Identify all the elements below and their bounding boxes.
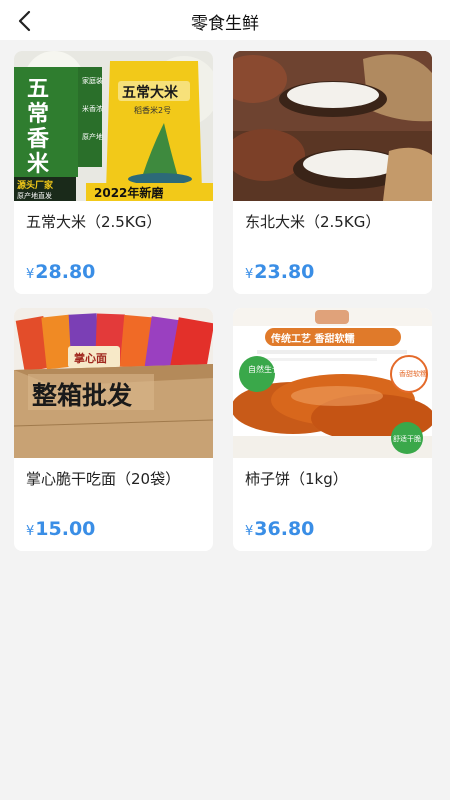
brand-char-3: 香 xyxy=(27,127,49,152)
product-name: 东北大米（2.5KG） xyxy=(245,213,381,231)
product-price: ¥15.00 xyxy=(26,518,95,540)
origin-title: 源头厂家 xyxy=(17,179,54,191)
brand-char-1: 五 xyxy=(27,77,49,102)
brand-char-2: 常 xyxy=(27,101,49,127)
box-label: 整箱批发 xyxy=(32,381,132,410)
brand-char-4: 米 xyxy=(27,152,50,177)
bag-banner: 2022年新磨 xyxy=(94,185,163,200)
product-name: 五常大米（2.5KG） xyxy=(26,213,162,231)
badge-natural: 自然生长 xyxy=(248,364,280,374)
product-image-rice-wuchang: 五 常 香 米 家庭装 米香浓 原产地 五常大米 稻香米2号 源头厂家 原产地直… xyxy=(14,51,213,201)
badge-sweet: 香甜软糯 xyxy=(399,369,427,378)
product-image-persimmon: 传统工艺 香甜软糯 自然生长 香甜软糯 舒适干脆 xyxy=(233,308,432,458)
product-price: ¥36.80 xyxy=(245,518,314,540)
product-name: 掌心脆干吃面（20袋） xyxy=(26,470,181,488)
page-title: 零食生鲜 xyxy=(191,14,259,34)
product-card[interactable]: 掌心面 整箱批发 掌心脆干吃面（20袋） ¥15.00 xyxy=(14,308,213,551)
price-value: 28.80 xyxy=(35,261,96,283)
bag-subtitle: 稻香米2号 xyxy=(134,105,171,115)
product-name: 柿子饼（1kg） xyxy=(245,470,348,488)
currency-symbol: ¥ xyxy=(26,267,35,282)
price-value: 23.80 xyxy=(254,261,315,283)
feature-2: 米香浓 xyxy=(82,104,103,113)
badge-crisp: 舒适干脆 xyxy=(393,434,421,443)
image-title: 传统工艺 香甜软糯 xyxy=(270,332,354,345)
price-value: 36.80 xyxy=(254,518,315,540)
product-image-noodle-snack: 掌心面 整箱批发 xyxy=(14,308,213,458)
pack-label: 掌心面 xyxy=(74,351,107,365)
currency-symbol: ¥ xyxy=(26,524,35,539)
price-value: 15.00 xyxy=(35,518,96,540)
currency-symbol: ¥ xyxy=(245,267,254,282)
product-price: ¥23.80 xyxy=(245,261,314,283)
product-price: ¥28.80 xyxy=(26,261,95,283)
feature-3: 原产地 xyxy=(82,132,103,141)
product-card[interactable]: 五 常 香 米 家庭装 米香浓 原产地 五常大米 稻香米2号 源头厂家 原产地直… xyxy=(14,51,213,294)
feature-1: 家庭装 xyxy=(82,76,103,85)
origin-sub: 原产地直发 xyxy=(17,191,52,200)
product-card[interactable]: 传统工艺 香甜软糯 自然生长 香甜软糯 舒适干脆 柿子饼（1kg） ¥36.80 xyxy=(233,308,432,551)
product-image-rice-northeast xyxy=(233,51,432,201)
product-card[interactable]: 东北大米（2.5KG） ¥23.80 xyxy=(233,51,432,294)
currency-symbol: ¥ xyxy=(245,524,254,539)
header-bar: 零食生鲜 xyxy=(0,0,450,40)
bag-title: 五常大米 xyxy=(122,84,179,101)
